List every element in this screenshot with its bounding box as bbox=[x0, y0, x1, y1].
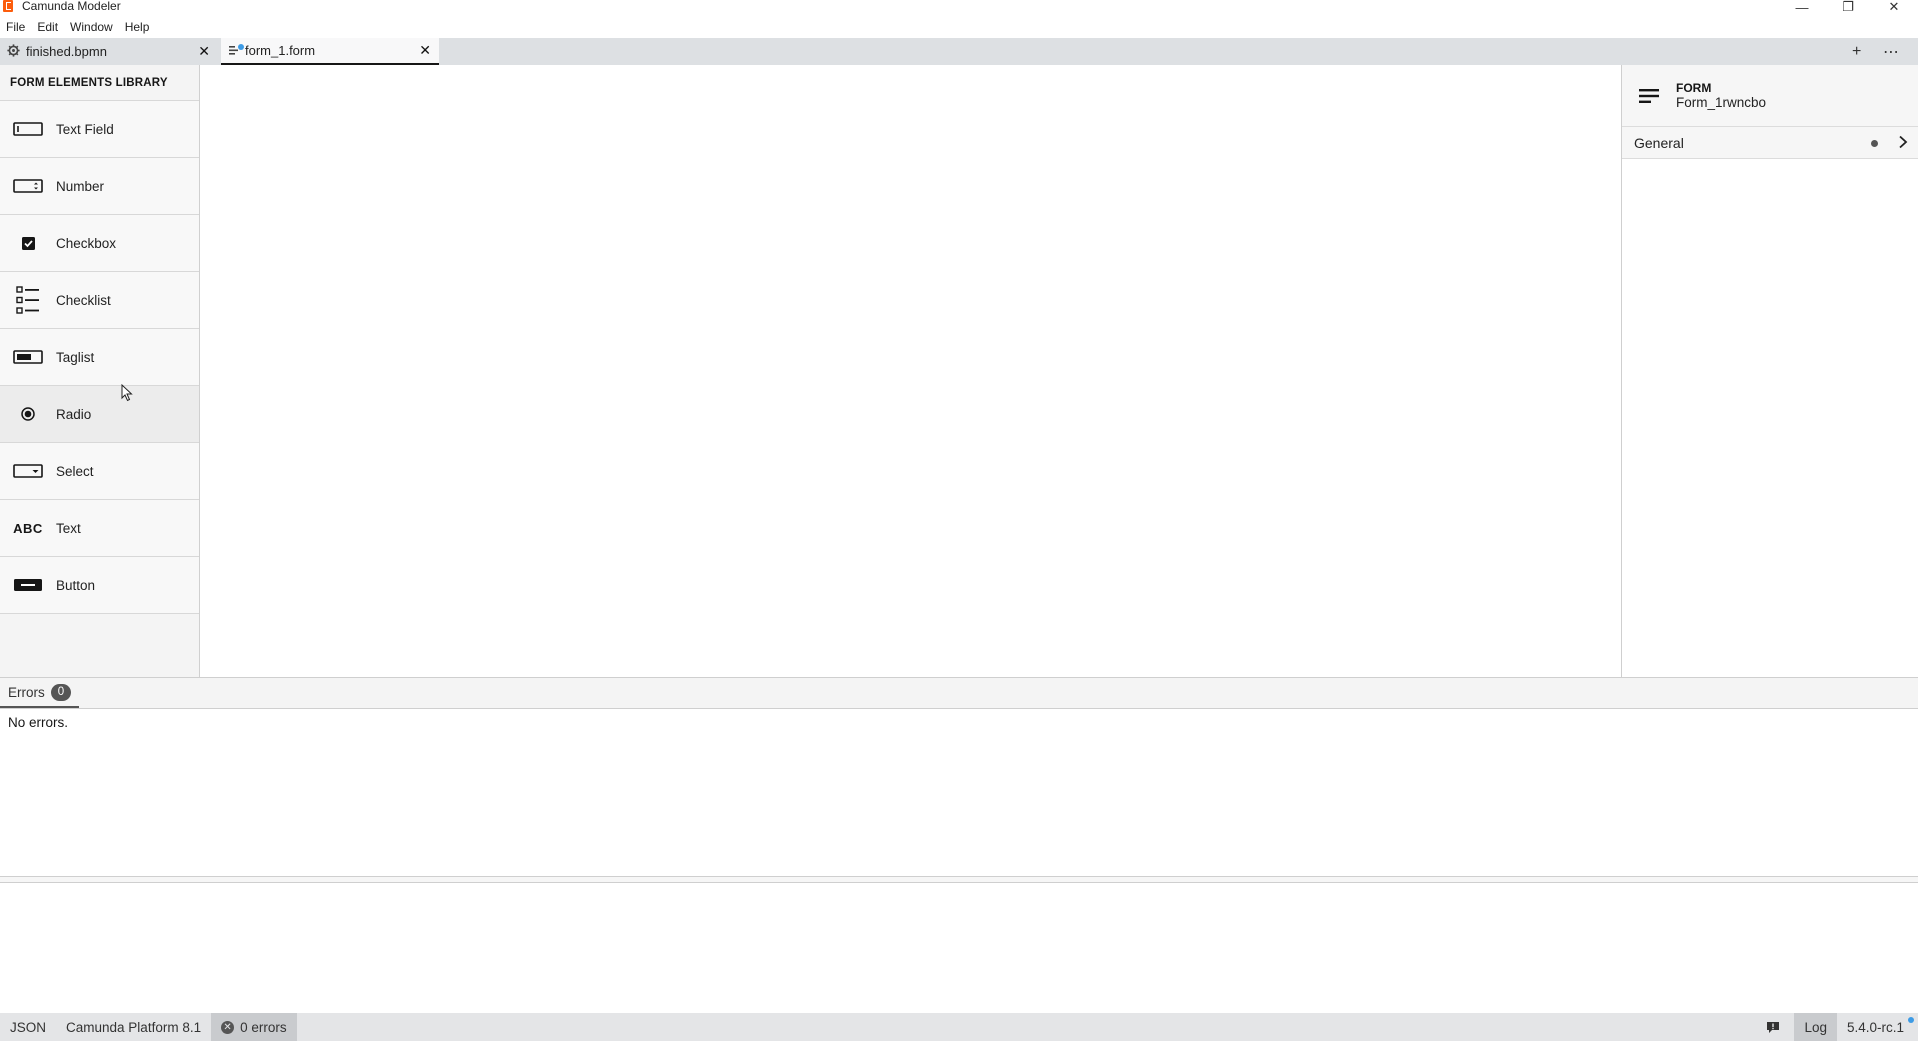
form-editor-canvas[interactable] bbox=[200, 65, 1621, 677]
radio-icon bbox=[0, 407, 56, 421]
window-title: Camunda Modeler bbox=[22, 0, 121, 13]
log-button[interactable]: Log bbox=[1794, 1013, 1837, 1041]
lower-panel-area bbox=[0, 883, 1918, 1013]
status-bar: JSON Camunda Platform 8.1 ✕ 0 errors Log… bbox=[0, 1013, 1918, 1041]
tab-label: finished.bpmn bbox=[26, 44, 107, 59]
feedback-icon[interactable] bbox=[1752, 1013, 1794, 1041]
minimize-button[interactable]: — bbox=[1780, 0, 1824, 15]
element-id-label: Form_1rwncbo bbox=[1676, 94, 1767, 110]
tab-bar: finished.bpmn ✕ form_1.form ✕ + ⋯ bbox=[0, 38, 1918, 65]
menu-file[interactable]: File bbox=[0, 17, 31, 37]
gear-icon bbox=[7, 43, 20, 60]
checklist-icon bbox=[0, 286, 56, 314]
file-format-label: JSON bbox=[10, 1019, 47, 1035]
group-data-indicator bbox=[1871, 140, 1878, 147]
tab-label: form_1.form bbox=[245, 43, 316, 58]
errors-status-label: 0 errors bbox=[240, 1019, 287, 1035]
update-indicator bbox=[1908, 1017, 1914, 1023]
no-errors-message: No errors. bbox=[8, 715, 69, 730]
library-item-number[interactable]: Number bbox=[0, 158, 199, 215]
restore-button[interactable]: ❐ bbox=[1826, 0, 1870, 14]
library-item-label: Text bbox=[56, 520, 81, 536]
errors-panel-content: No errors. bbox=[0, 709, 1918, 876]
library-item-label: Taglist bbox=[56, 349, 95, 365]
panel-resize-handle[interactable] bbox=[0, 876, 1918, 883]
form-type-icon bbox=[1622, 88, 1676, 104]
library-item-label: Button bbox=[56, 577, 96, 593]
errors-tab-label: Errors bbox=[8, 684, 45, 700]
properties-header: FORM Form_1rwncbo bbox=[1622, 65, 1918, 127]
select-icon bbox=[0, 464, 56, 478]
close-window-button[interactable]: ✕ bbox=[1872, 0, 1916, 14]
button-icon bbox=[0, 578, 56, 592]
app-logo-icon bbox=[3, 0, 13, 12]
library-item-label: Select bbox=[56, 463, 94, 479]
text-icon: ABC bbox=[0, 521, 56, 536]
library-item-taglist[interactable]: Taglist bbox=[0, 329, 199, 386]
more-tabs-button[interactable]: ⋯ bbox=[1883, 38, 1899, 65]
version-button[interactable]: 5.4.0-rc.1 bbox=[1837, 1013, 1918, 1041]
menu-edit[interactable]: Edit bbox=[31, 17, 64, 37]
taglist-icon bbox=[0, 350, 56, 364]
library-header: FORM ELEMENTS LIBRARY bbox=[0, 65, 199, 101]
form-elements-library: FORM ELEMENTS LIBRARY Text Field Number … bbox=[0, 65, 200, 677]
properties-panel: FORM Form_1rwncbo General bbox=[1621, 65, 1918, 677]
chevron-right-icon[interactable] bbox=[1898, 135, 1908, 152]
library-item-radio[interactable]: Radio bbox=[0, 386, 199, 443]
textfield-icon bbox=[0, 122, 56, 136]
library-item-label: Radio bbox=[56, 406, 92, 422]
library-item-checkbox[interactable]: Checkbox bbox=[0, 215, 199, 272]
status-bar-right: Log 5.4.0-rc.1 bbox=[1752, 1013, 1918, 1041]
tab-errors[interactable]: Errors 0 bbox=[0, 678, 80, 708]
mouse-cursor-icon bbox=[121, 383, 133, 407]
bottom-panel-tabs: Errors 0 bbox=[0, 677, 1918, 709]
checkbox-icon bbox=[0, 236, 56, 250]
menu-window[interactable]: Window bbox=[64, 17, 119, 37]
library-item-checklist[interactable]: Checklist bbox=[0, 272, 199, 329]
menu-bar: File Edit Window Help bbox=[0, 16, 155, 38]
library-item-select[interactable]: Select bbox=[0, 443, 199, 500]
error-circle-icon: ✕ bbox=[221, 1020, 235, 1034]
library-item-button[interactable]: Button bbox=[0, 557, 199, 614]
properties-group-general[interactable]: General bbox=[1622, 127, 1918, 159]
library-item-label: Checklist bbox=[56, 292, 111, 308]
number-icon bbox=[0, 179, 56, 193]
library-item-text-field[interactable]: Text Field bbox=[0, 101, 199, 158]
execution-platform-button[interactable]: Camunda Platform 8.1 bbox=[56, 1013, 211, 1041]
library-item-label: Text Field bbox=[56, 121, 114, 137]
tab-form-1[interactable]: form_1.form ✕ bbox=[221, 38, 439, 65]
element-type-label: FORM bbox=[1676, 80, 1712, 95]
title-bar: Camunda Modeler — ❐ ✕ bbox=[0, 0, 1918, 15]
errors-count-badge: 0 bbox=[50, 683, 72, 701]
version-label: 5.4.0-rc.1 bbox=[1846, 1019, 1904, 1035]
library-item-label: Number bbox=[56, 178, 105, 194]
unsaved-indicator bbox=[238, 44, 244, 50]
add-tab-button[interactable]: + bbox=[1852, 38, 1861, 65]
tab-close-icon[interactable]: ✕ bbox=[198, 43, 210, 60]
text-icon-glyph: ABC bbox=[13, 520, 43, 536]
group-label: General bbox=[1634, 134, 1684, 151]
library-item-text[interactable]: ABC Text bbox=[0, 500, 199, 557]
camunda-modeler-window: Camunda Modeler — ❐ ✕ File Edit Window H… bbox=[0, 0, 1918, 1041]
tab-finished-bpmn[interactable]: finished.bpmn ✕ bbox=[0, 38, 218, 65]
library-item-label: Checkbox bbox=[56, 235, 117, 251]
errors-status-button[interactable]: ✕ 0 errors bbox=[211, 1013, 297, 1041]
menu-help[interactable]: Help bbox=[119, 17, 156, 37]
tab-close-icon[interactable]: ✕ bbox=[419, 42, 431, 59]
